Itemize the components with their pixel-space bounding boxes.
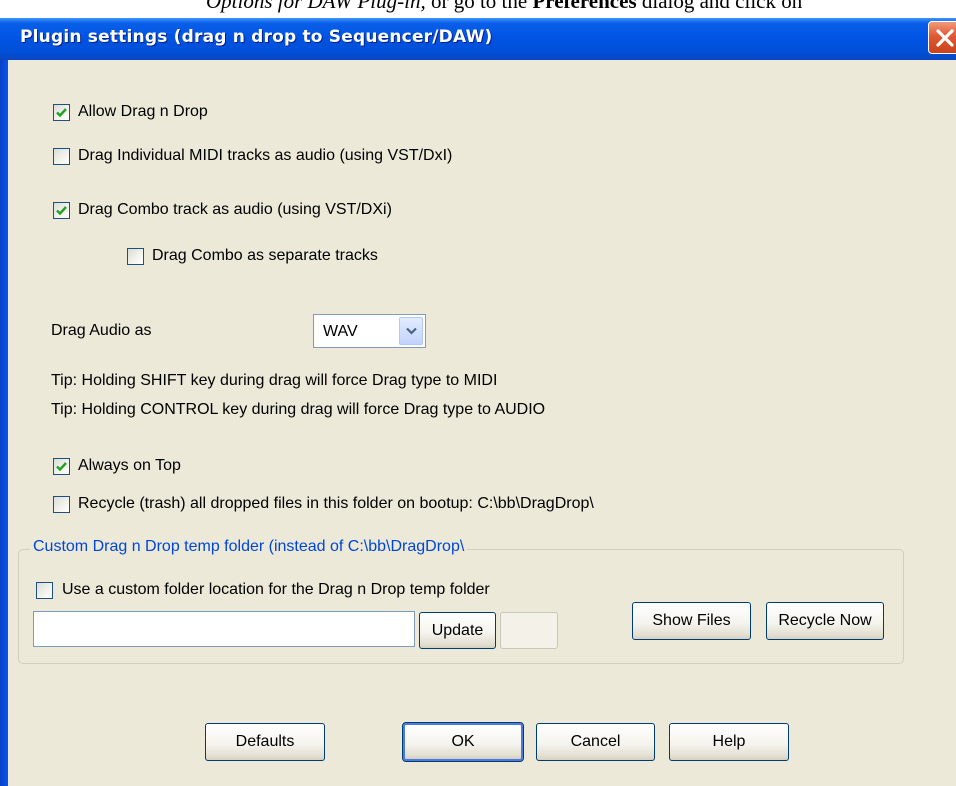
cancel-button[interactable]: Cancel <box>536 723 655 761</box>
drag-midi-as-audio-checkbox[interactable] <box>53 148 70 165</box>
window-left-border <box>0 60 8 786</box>
ok-button[interactable]: OK <box>402 722 524 762</box>
document-text-fragment: Options for DAW Plug-in, or go to the Pr… <box>0 0 956 18</box>
use-custom-folder-checkbox[interactable] <box>36 582 53 599</box>
doc-italic-text: Options for DAW Plug-in, <box>206 0 426 13</box>
drag-combo-separate-label[interactable]: Drag Combo as separate tracks <box>152 247 378 265</box>
disabled-blank-button <box>500 612 558 649</box>
chevron-down-icon <box>406 327 417 335</box>
recycle-on-boot-checkbox[interactable] <box>53 496 70 513</box>
custom-folder-path-input[interactable] <box>33 611 415 647</box>
doc-plain-text: or go to the <box>425 0 533 13</box>
recycle-now-button[interactable]: Recycle Now <box>766 602 884 640</box>
document-text: Options for DAW Plug-in, or go to the Pr… <box>206 0 802 14</box>
help-button[interactable]: Help <box>669 723 789 761</box>
always-on-top-label[interactable]: Always on Top <box>78 457 181 475</box>
drag-combo-as-audio-checkbox[interactable] <box>53 202 70 219</box>
checkmark-icon <box>56 206 67 216</box>
close-icon <box>936 29 954 47</box>
close-button[interactable] <box>928 21 956 54</box>
recycle-on-boot-label[interactable]: Recycle (trash) all dropped files in thi… <box>78 495 594 513</box>
doc-bold-text: Preferences <box>532 0 637 13</box>
checkmark-icon <box>56 462 67 472</box>
allow-drag-drop-checkbox[interactable] <box>53 104 70 121</box>
drag-audio-as-label: Drag Audio as <box>51 322 152 339</box>
doc-tail-text: dialog and click on <box>636 0 803 13</box>
tip-shift-text: Tip: Holding SHIFT key during drag will … <box>51 372 498 389</box>
drag-midi-as-audio-label[interactable]: Drag Individual MIDI tracks as audio (us… <box>78 147 452 165</box>
drag-audio-format-select[interactable]: WAV <box>313 314 426 348</box>
tip-control-text: Tip: Holding CONTROL key during drag wil… <box>51 401 546 418</box>
defaults-button[interactable]: Defaults <box>205 723 325 761</box>
checkmark-icon <box>56 108 67 118</box>
drag-combo-separate-checkbox[interactable] <box>127 248 144 265</box>
update-button[interactable]: Update <box>419 612 496 649</box>
dropdown-arrow-button[interactable] <box>399 317 423 345</box>
custom-folder-group-legend: Custom Drag n Drop temp folder (instead … <box>30 538 468 556</box>
allow-drag-drop-label[interactable]: Allow Drag n Drop <box>78 103 208 121</box>
always-on-top-checkbox[interactable] <box>53 458 70 475</box>
use-custom-folder-label[interactable]: Use a custom folder location for the Dra… <box>62 581 490 599</box>
drag-combo-as-audio-label[interactable]: Drag Combo track as audio (using VST/DXi… <box>78 201 392 219</box>
plugin-settings-dialog: Plugin settings (drag n drop to Sequence… <box>0 18 956 786</box>
window-title: Plugin settings (drag n drop to Sequence… <box>20 27 493 47</box>
title-bar[interactable]: Plugin settings (drag n drop to Sequence… <box>0 18 956 60</box>
show-files-button[interactable]: Show Files <box>632 602 751 640</box>
drag-audio-format-value: WAV <box>323 323 358 340</box>
